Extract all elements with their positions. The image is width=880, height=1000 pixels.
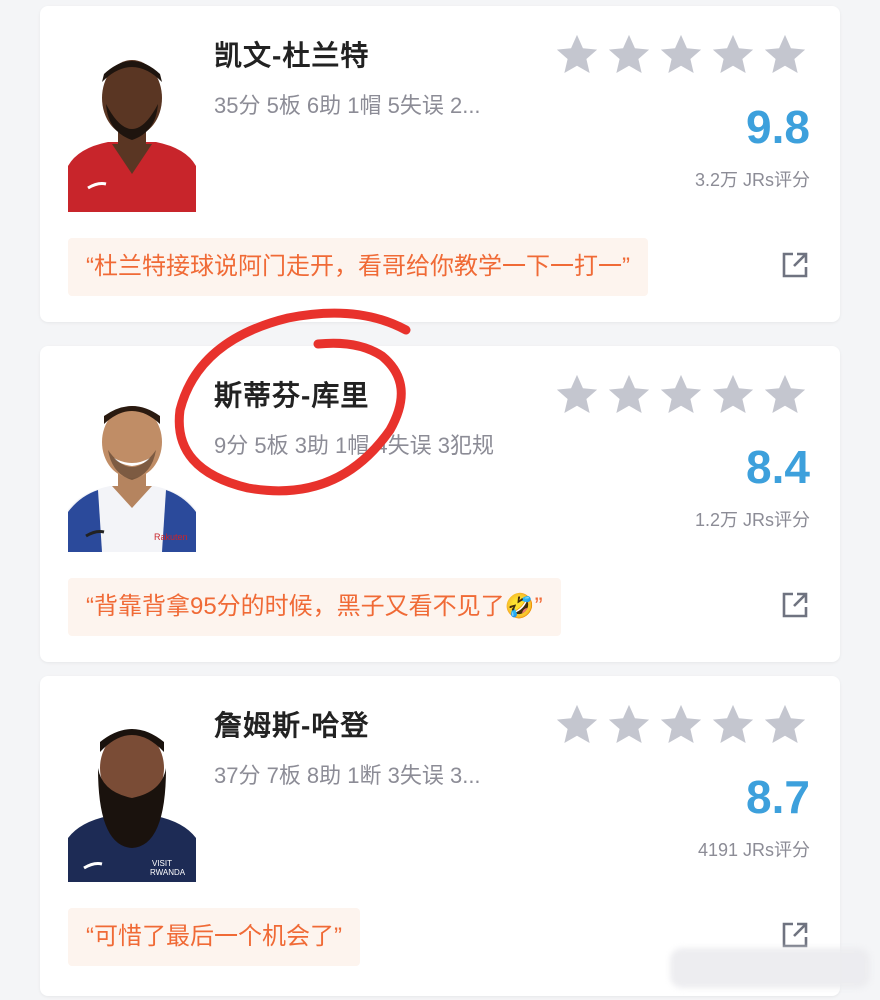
- player-name: 凯文-杜兰特: [214, 40, 370, 71]
- star-icon[interactable]: [606, 32, 652, 78]
- star-icon[interactable]: [554, 702, 600, 748]
- rating-score: 9.8: [746, 101, 810, 153]
- watermark-blur: [670, 948, 870, 988]
- star-icon[interactable]: [762, 372, 808, 418]
- player-avatar: Rakuten: [68, 388, 196, 552]
- star-icon[interactable]: [762, 32, 808, 78]
- share-icon: [782, 922, 808, 948]
- top-comment[interactable]: “背靠背拿95分的时候，黑子又看不见了🤣”: [68, 578, 561, 636]
- share-button[interactable]: [780, 590, 810, 620]
- star-icon[interactable]: [658, 372, 704, 418]
- share-icon: [782, 592, 808, 618]
- player-name: 詹姆斯-哈登: [214, 710, 370, 741]
- rating-stars[interactable]: [554, 702, 808, 748]
- player-avatar: VISIT RWANDA: [68, 718, 196, 882]
- rating-stars[interactable]: [554, 32, 808, 78]
- star-icon[interactable]: [762, 702, 808, 748]
- player-rating-card[interactable]: 凯文-杜兰特 35分 5板 6助 1帽 5失误 2... 9.8 3.2万 JR…: [40, 6, 840, 322]
- top-comment[interactable]: “杜兰特接球说阿门走开，看哥给你教学一下一打一”: [68, 238, 648, 296]
- rating-stars[interactable]: [554, 372, 808, 418]
- share-button[interactable]: [780, 920, 810, 950]
- svg-text:Rakuten: Rakuten: [154, 532, 188, 542]
- star-icon[interactable]: [554, 372, 600, 418]
- player-portrait-icon: [68, 48, 196, 212]
- star-icon[interactable]: [554, 32, 600, 78]
- player-rating-card[interactable]: Rakuten 斯蒂芬-库里 9分 5板 3助 1帽 4失误 3犯规 8.4 1…: [40, 346, 840, 662]
- player-stats: 9分 5板 3助 1帽 4失误 3犯规: [214, 433, 494, 458]
- star-icon[interactable]: [606, 702, 652, 748]
- share-icon: [782, 252, 808, 278]
- player-name: 斯蒂芬-库里: [214, 380, 370, 411]
- rating-score: 8.4: [746, 441, 810, 493]
- share-button[interactable]: [780, 250, 810, 280]
- star-icon[interactable]: [658, 32, 704, 78]
- star-icon[interactable]: [710, 702, 756, 748]
- star-icon[interactable]: [710, 32, 756, 78]
- svg-text:RWANDA: RWANDA: [150, 868, 186, 877]
- star-icon[interactable]: [606, 372, 652, 418]
- top-comment[interactable]: “可惜了最后一个机会了”: [68, 908, 360, 966]
- star-icon[interactable]: [658, 702, 704, 748]
- rating-count: 3.2万 JRs评分: [694, 170, 810, 190]
- player-avatar: [68, 48, 196, 212]
- player-stats: 35分 5板 6助 1帽 5失误 2...: [214, 93, 481, 118]
- rating-count: 4191 JRs评分: [697, 840, 810, 860]
- player-portrait-icon: VISIT RWANDA: [68, 718, 196, 882]
- player-stats: 37分 7板 8助 1断 3失误 3...: [214, 763, 481, 788]
- rating-score: 8.7: [746, 771, 810, 823]
- star-icon[interactable]: [710, 372, 756, 418]
- svg-text:VISIT: VISIT: [152, 859, 172, 868]
- player-portrait-icon: Rakuten: [68, 388, 196, 552]
- rating-count: 1.2万 JRs评分: [694, 510, 810, 530]
